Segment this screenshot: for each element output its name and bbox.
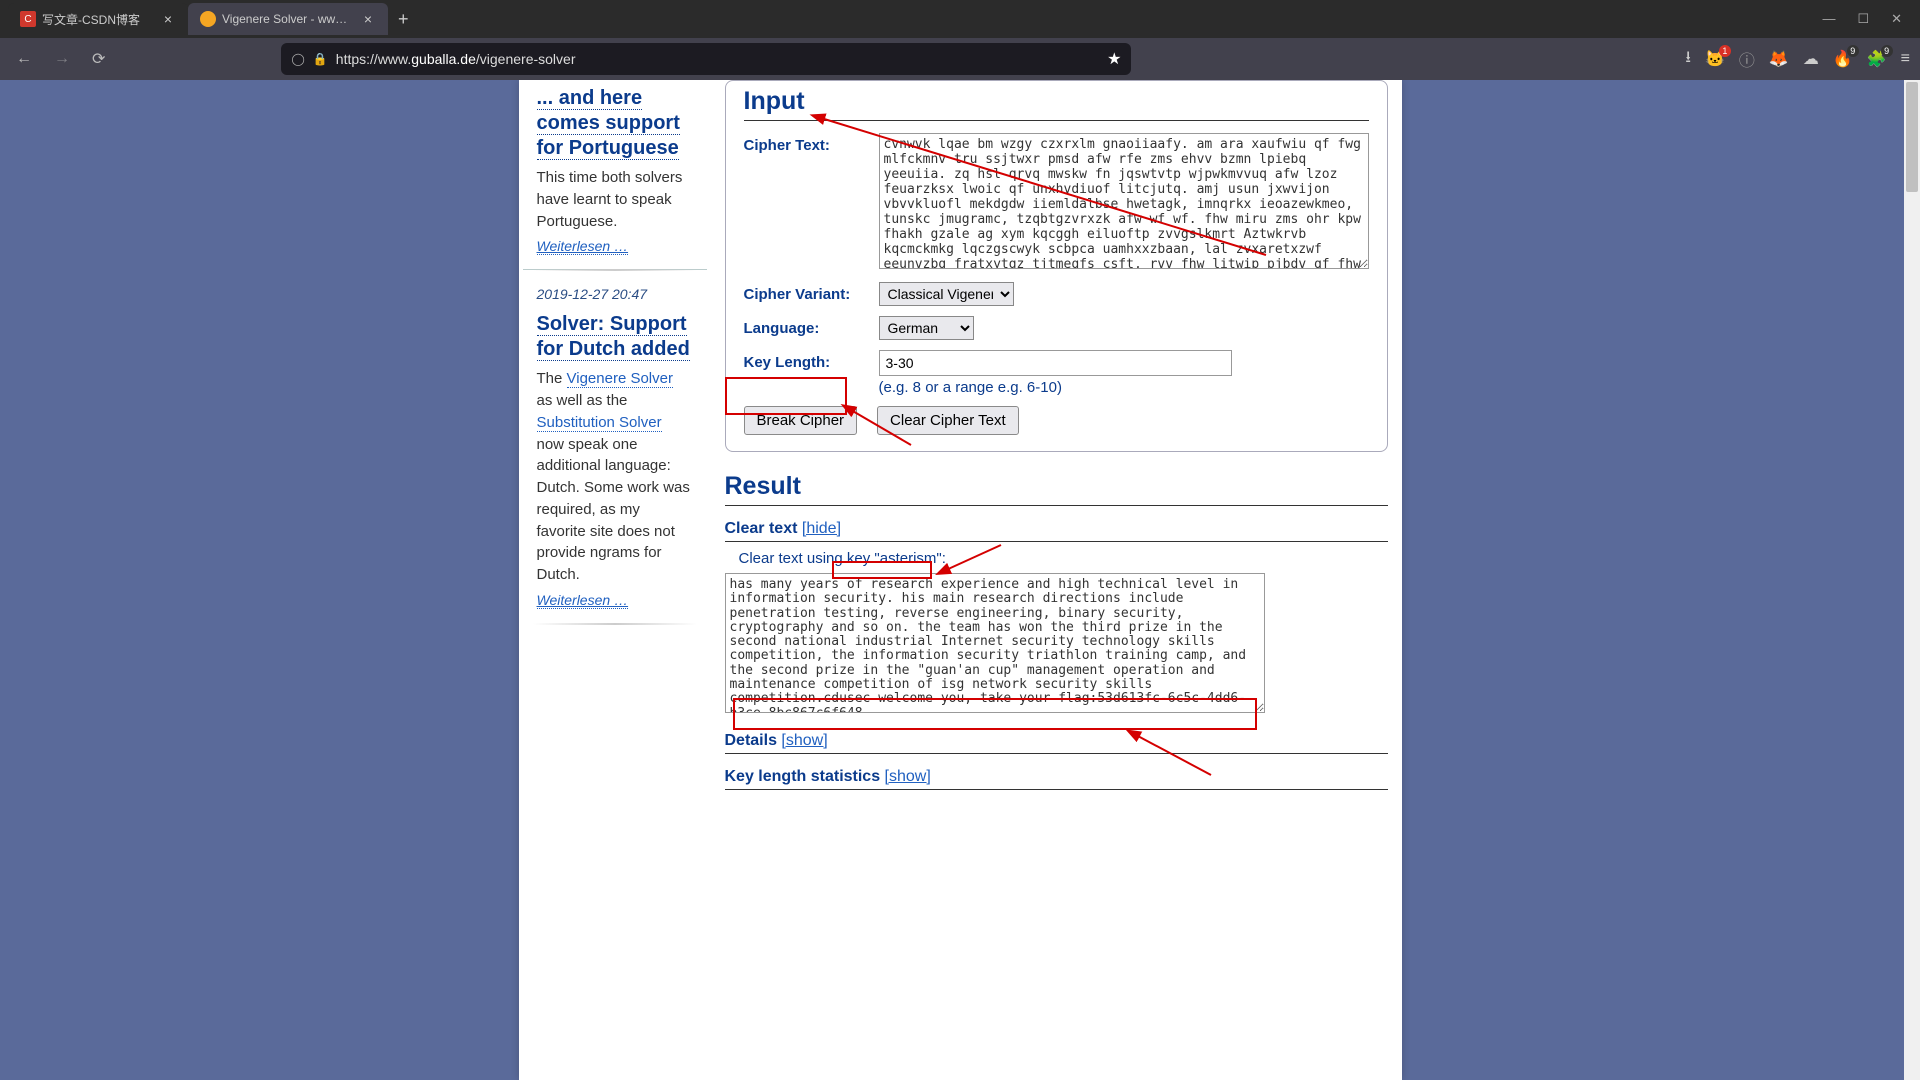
text: Clear text using xyxy=(739,550,847,567)
lock-icon: 🔒 xyxy=(313,52,328,66)
post-title-link[interactable]: ... and here comes support for Portugues… xyxy=(537,87,680,160)
post-date: 2019-12-27 20:47 xyxy=(523,276,707,306)
extension-icon-1[interactable]: 🐱1 xyxy=(1705,49,1725,69)
extension-icon-flame[interactable]: 🔥9 xyxy=(1833,49,1853,69)
sidebar-post-portuguese: ... and here comes support for Portugues… xyxy=(523,80,707,270)
language-select[interactable]: German xyxy=(879,316,974,340)
page-scrollbar[interactable] xyxy=(1904,80,1920,1080)
extension-icon-cloud[interactable]: ☁ xyxy=(1803,49,1819,69)
scrollbar-thumb[interactable] xyxy=(1906,82,1918,192)
extension-icon-puzzle[interactable]: 🧩9 xyxy=(1867,49,1887,69)
close-window-icon[interactable]: ✕ xyxy=(1891,11,1902,27)
label-key-length: Key Length: xyxy=(744,350,879,371)
shield-icon[interactable]: ◯ xyxy=(291,52,304,66)
read-more-link[interactable]: Weiterlesen … xyxy=(537,238,629,255)
favicon-guballa xyxy=(200,11,216,27)
label: Clear text xyxy=(725,520,802,537)
url-bar[interactable]: ◯ 🔒 https://www.guballa.de/vigenere-solv… xyxy=(281,43,1131,75)
label-cipher-variant: Cipher Variant: xyxy=(744,282,879,303)
close-icon[interactable]: × xyxy=(160,11,176,27)
post-excerpt: This time both solvers have learnt to sp… xyxy=(537,167,693,232)
input-heading: Input xyxy=(744,87,1369,121)
found-key: key "asterism": xyxy=(847,550,946,567)
label: Key length statistics xyxy=(725,768,885,785)
maximize-icon[interactable]: ☐ xyxy=(1857,11,1869,27)
cipher-variant-select[interactable]: Classical Vigenere xyxy=(879,282,1014,306)
badge: 9 xyxy=(1847,45,1859,57)
input-panel: Input Cipher Text: Cipher Variant: Class… xyxy=(725,80,1388,452)
key-length-input[interactable] xyxy=(879,350,1232,376)
nav-bar: ← → ⟳ ◯ 🔒 https://www.guballa.de/vigener… xyxy=(0,38,1920,80)
result-heading: Result xyxy=(725,472,1388,506)
clear-text-section: Clear text [hide] xyxy=(725,520,1388,542)
break-cipher-button[interactable]: Break Cipher xyxy=(744,406,858,435)
reload-button[interactable]: ⟳ xyxy=(86,43,111,75)
tab-vigenere[interactable]: Vigenere Solver - www.guball… × xyxy=(188,3,388,35)
clear-cipher-button[interactable]: Clear Cipher Text xyxy=(877,406,1019,435)
favicon-csdn: C xyxy=(20,11,36,27)
sidebar-post-dutch: Solver: Support for Dutch added The Vige… xyxy=(523,306,707,623)
badge: 1 xyxy=(1719,45,1731,57)
vigenere-solver-link[interactable]: Vigenere Solver xyxy=(567,370,673,388)
key-length-stats-section: Key length statistics [show] xyxy=(725,768,1388,790)
badge: 9 xyxy=(1881,45,1893,57)
tab-title: Vigenere Solver - www.guball… xyxy=(222,12,354,26)
text: The xyxy=(537,370,567,387)
tab-title: 写文章-CSDN博客 xyxy=(42,11,154,28)
close-icon[interactable]: × xyxy=(360,11,376,27)
clear-text-key-line: Clear text using key "asterism": xyxy=(739,550,1388,567)
cipher-text-input[interactable] xyxy=(879,133,1369,269)
menu-icon[interactable]: ≡ xyxy=(1901,50,1910,68)
window-controls: — ☐ ✕ xyxy=(1804,11,1920,27)
hide-toggle[interactable]: [hide] xyxy=(802,520,841,537)
show-toggle[interactable]: [show] xyxy=(885,768,931,785)
page-content: ... and here comes support for Portugues… xyxy=(519,80,1402,1080)
text: as well as the xyxy=(537,392,628,409)
label-cipher-text: Cipher Text: xyxy=(744,133,879,154)
toolbar-right: ⭳ 🐱1 ⓘ 🦊 ☁ 🔥9 🧩9 ≡ xyxy=(1685,46,1910,73)
back-button[interactable]: ← xyxy=(10,44,38,74)
tab-csdn[interactable]: C 写文章-CSDN博客 × xyxy=(8,3,188,35)
substitution-solver-link[interactable]: Substitution Solver xyxy=(537,414,662,432)
info-icon[interactable]: ⓘ xyxy=(1739,47,1755,71)
clear-text-output[interactable] xyxy=(725,573,1265,713)
bookmark-star-icon[interactable]: ★ xyxy=(1107,49,1121,69)
download-icon[interactable]: ⭳ xyxy=(1685,46,1691,73)
minimize-icon[interactable]: — xyxy=(1822,11,1835,27)
label: Details xyxy=(725,732,782,749)
post-excerpt: The Vigenere Solver as well as the Subst… xyxy=(537,368,693,586)
details-section: Details [show] xyxy=(725,732,1388,754)
read-more-link[interactable]: Weiterlesen … xyxy=(537,592,629,609)
text: now speak one additional language: Dutch… xyxy=(537,436,690,584)
main-column: Input Cipher Text: Cipher Variant: Class… xyxy=(711,80,1402,1080)
result-panel: Result Clear text [hide] Clear text usin… xyxy=(725,472,1388,790)
tab-bar: C 写文章-CSDN博客 × Vigenere Solver - www.gub… xyxy=(0,0,1920,38)
page-viewport: ... and here comes support for Portugues… xyxy=(0,80,1920,1080)
sidebar: ... and here comes support for Portugues… xyxy=(519,80,711,1080)
label-language: Language: xyxy=(744,316,879,337)
forward-button[interactable]: → xyxy=(48,44,76,74)
new-tab-button[interactable]: + xyxy=(388,9,419,30)
url-domain: guballa.de xyxy=(411,51,476,67)
url-text: https://www.guballa.de/vigenere-solver xyxy=(336,51,1099,67)
post-title-link[interactable]: Solver: Support for Dutch added xyxy=(537,313,690,361)
key-length-hint: (e.g. 8 or a range e.g. 6-10) xyxy=(879,379,1369,396)
extension-icon-fox[interactable]: 🦊 xyxy=(1769,49,1789,69)
url-prefix: https://www. xyxy=(336,51,411,67)
show-toggle[interactable]: [show] xyxy=(781,732,827,749)
url-path: /vigenere-solver xyxy=(476,51,576,67)
